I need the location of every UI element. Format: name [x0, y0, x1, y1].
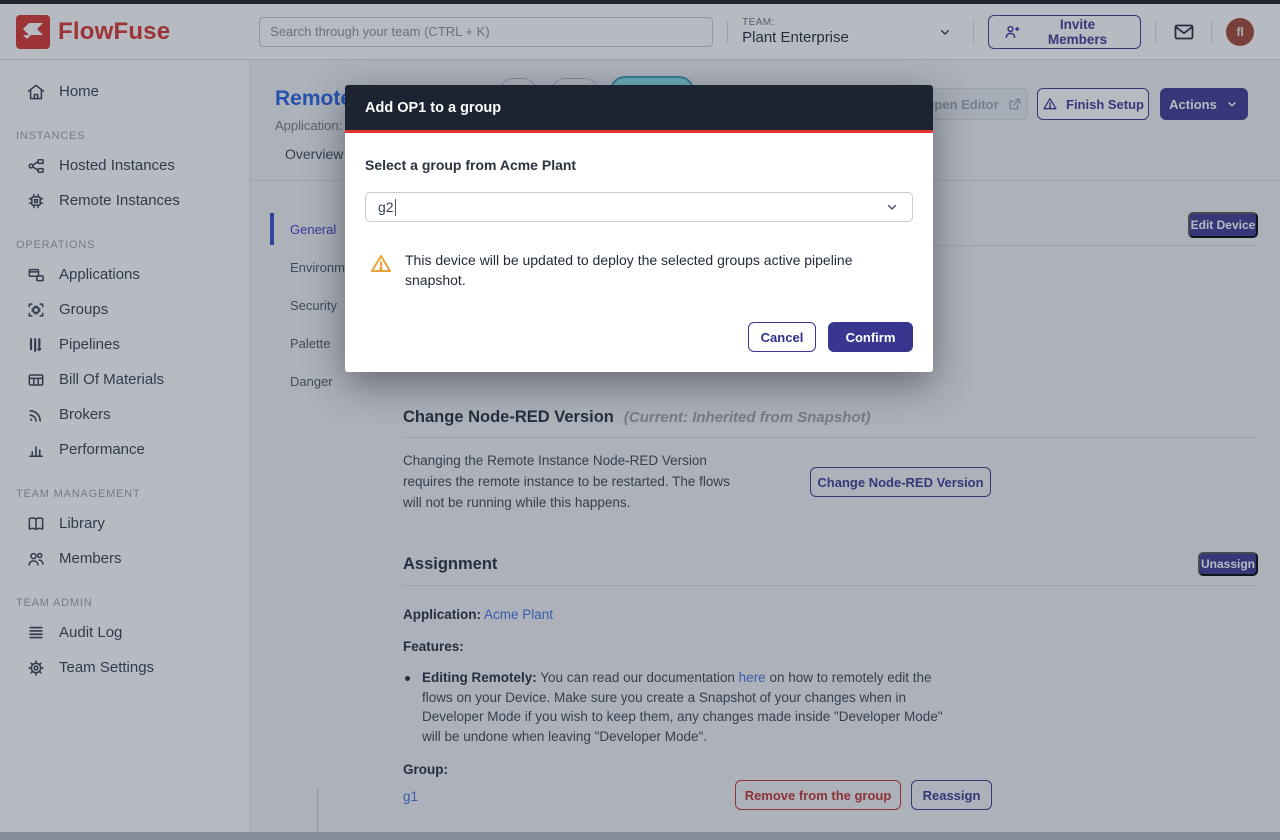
- warning-triangle-icon: [369, 252, 393, 290]
- dialog-title: Add OP1 to a group: [365, 100, 501, 116]
- confirm-button[interactable]: Confirm: [828, 322, 913, 352]
- dialog-body: Select a group from Acme Plant g2 This d…: [345, 133, 933, 372]
- dialog-prompt: Select a group from Acme Plant: [365, 157, 913, 173]
- text-cursor: [395, 199, 396, 216]
- cancel-button[interactable]: Cancel: [748, 322, 816, 352]
- chevron-down-icon[interactable]: [884, 199, 900, 215]
- group-select-combobox[interactable]: g2: [365, 192, 913, 222]
- warning-message: This device will be updated to deploy th…: [365, 250, 913, 290]
- dialog-header: Add OP1 to a group: [345, 85, 933, 133]
- warning-text: This device will be updated to deploy th…: [405, 250, 875, 290]
- add-to-group-dialog: Add OP1 to a group Select a group from A…: [345, 85, 933, 372]
- combobox-value: g2: [378, 199, 394, 215]
- flowfuse-app: FlowFuse TEAM: Plant Enterprise Invite M…: [0, 0, 1280, 840]
